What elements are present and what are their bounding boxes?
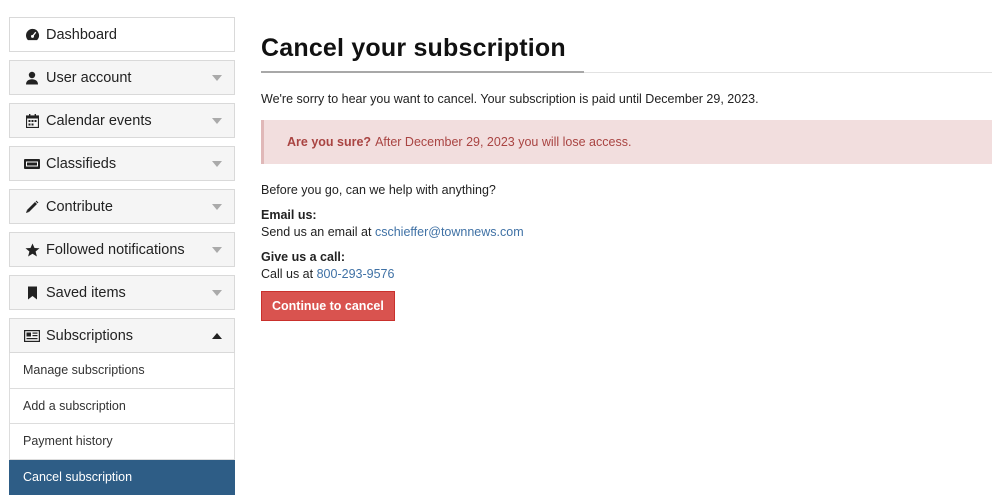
call-label: Give us a call: xyxy=(261,250,346,264)
sidebar: Dashboard User account Calendar events C… xyxy=(9,17,235,495)
caret-down-icon xyxy=(212,74,222,81)
alert-text: After December 29, 2023 you will lose ac… xyxy=(375,135,632,149)
caret-down-icon xyxy=(212,289,222,296)
dashboard-icon xyxy=(24,27,40,43)
sidebar-item-followed-notifications[interactable]: Followed notifications xyxy=(9,232,235,267)
sidebar-item-label: User account xyxy=(46,69,132,86)
sidebar-item-subscriptions[interactable]: Subscriptions xyxy=(9,318,235,353)
alert-strong-text: Are you sure? xyxy=(287,135,372,149)
newspaper-icon xyxy=(24,328,40,344)
email-label: Email us: xyxy=(261,208,317,222)
submenu-item-payment-history[interactable]: Payment history xyxy=(9,424,235,460)
main-content: Cancel your subscription We're sorry to … xyxy=(261,30,992,321)
sidebar-item-saved-items[interactable]: Saved items xyxy=(9,275,235,310)
caret-up-icon xyxy=(212,332,222,339)
continue-to-cancel-button[interactable]: Continue to cancel xyxy=(261,291,395,321)
email-link[interactable]: cschieffer@townnews.com xyxy=(375,225,524,239)
subscriptions-submenu: Manage subscriptions Add a subscription … xyxy=(9,353,235,495)
sidebar-item-classifieds[interactable]: Classifieds xyxy=(9,146,235,181)
sidebar-item-label: Contribute xyxy=(46,198,113,215)
sidebar-item-label: Dashboard xyxy=(46,26,117,43)
sidebar-item-label: Saved items xyxy=(46,284,126,301)
submenu-item-manage-subscriptions[interactable]: Manage subscriptions xyxy=(9,353,235,389)
sidebar-item-user-account[interactable]: User account xyxy=(9,60,235,95)
bookmark-icon xyxy=(24,285,40,301)
email-prefix: Send us an email at xyxy=(261,225,372,239)
warning-alert: Are you sure? After December 29, 2023 yo… xyxy=(261,120,992,164)
call-text: Call us at 800-293-9576 xyxy=(261,267,992,281)
star-icon xyxy=(24,242,40,258)
sidebar-item-contribute[interactable]: Contribute xyxy=(9,189,235,224)
caret-down-icon xyxy=(212,246,222,253)
calendar-icon xyxy=(24,113,40,129)
sidebar-item-label: Subscriptions xyxy=(46,327,134,344)
intro-text: We're sorry to hear you want to cancel. … xyxy=(261,92,759,106)
sidebar-item-dashboard[interactable]: Dashboard xyxy=(9,17,235,52)
call-prefix: Call us at xyxy=(261,267,314,281)
page-title: Cancel your subscription xyxy=(261,34,566,62)
user-icon xyxy=(24,70,40,86)
pencil-icon xyxy=(24,199,40,215)
classifieds-icon xyxy=(24,156,40,172)
submenu-item-add-subscription[interactable]: Add a subscription xyxy=(9,388,235,424)
caret-down-icon xyxy=(212,160,222,167)
submenu-item-cancel-subscription[interactable]: Cancel subscription xyxy=(9,459,235,495)
email-text: Send us an email at cschieffer@townnews.… xyxy=(261,225,992,239)
help-text: Before you go, can we help with anything… xyxy=(261,183,496,197)
sidebar-item-label: Classifieds xyxy=(46,155,117,172)
title-divider xyxy=(261,71,992,73)
caret-down-icon xyxy=(212,203,222,210)
phone-link[interactable]: 800-293-9576 xyxy=(317,267,395,281)
caret-down-icon xyxy=(212,117,222,124)
sidebar-item-label: Calendar events xyxy=(46,112,152,129)
sidebar-item-calendar-events[interactable]: Calendar events xyxy=(9,103,235,138)
sidebar-item-label: Followed notifications xyxy=(46,241,185,258)
